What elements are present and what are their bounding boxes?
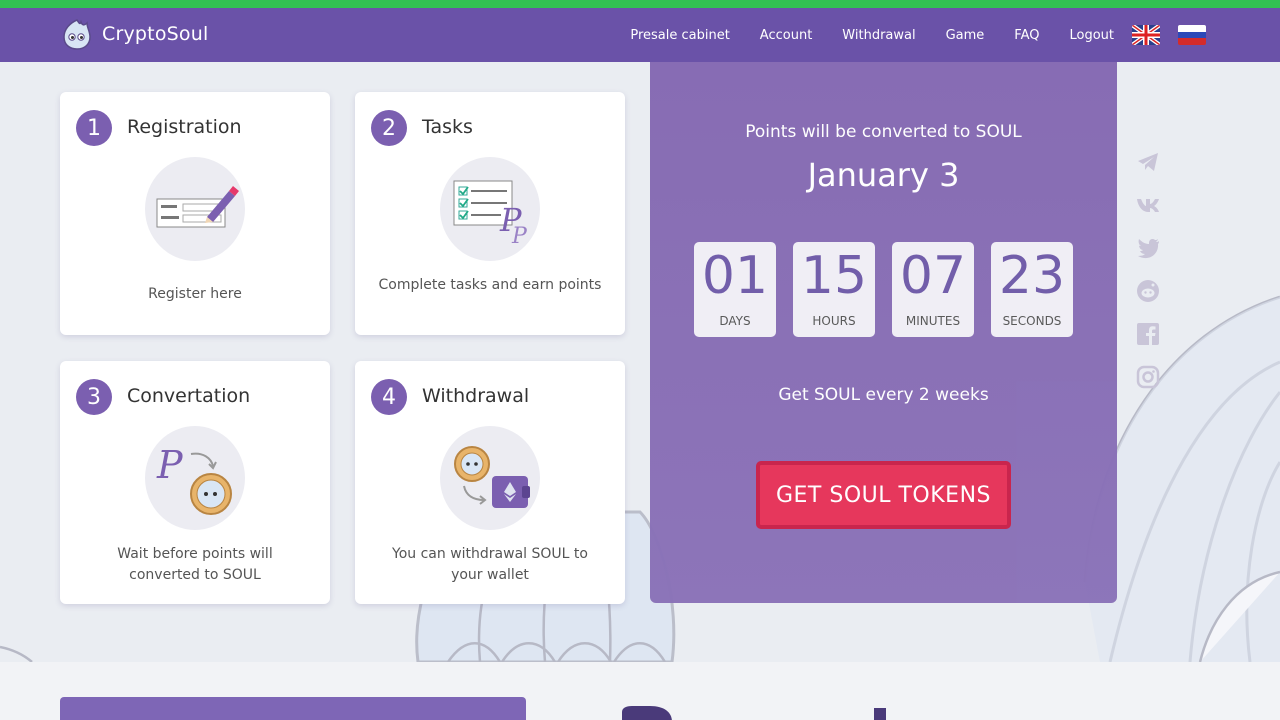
site-header: CryptoSoul Presale cabinet Account Withd… [0, 8, 1280, 62]
timer-minutes: 07 MINUTES [892, 242, 974, 337]
step-card-registration[interactable]: 1 Registration Register here [60, 92, 330, 335]
step-title: Convertation [127, 385, 251, 407]
reddit-icon[interactable] [1136, 279, 1160, 303]
instagram-icon[interactable] [1136, 365, 1160, 389]
timer-label: SECONDS [1002, 314, 1062, 328]
points-to-coin-icon: P [156, 443, 232, 515]
nav-faq[interactable]: FAQ [1014, 28, 1039, 43]
countdown-timer: 01 DAYS 15 HOURS 07 MINUTES 23 SECONDS [694, 242, 1073, 337]
withdrawal-illustration [440, 426, 540, 530]
nav-account[interactable]: Account [760, 28, 813, 43]
timer-value: 07 [899, 246, 967, 306]
top-accent-line [0, 0, 1280, 8]
step-card-withdrawal[interactable]: 4 Withdrawal You can withdrawal SOUL to … [355, 361, 625, 604]
svg-text:P: P [156, 443, 184, 487]
nav-withdrawal[interactable]: Withdrawal [842, 28, 915, 43]
telegram-icon[interactable] [1136, 150, 1160, 174]
get-soul-tokens-button[interactable]: GET SOUL TOKENS [756, 461, 1011, 529]
nav-game[interactable]: Game [946, 28, 985, 43]
ru-flag-icon[interactable] [1178, 25, 1206, 45]
step-description: Register here [148, 286, 242, 302]
convertation-illustration: P [145, 426, 245, 530]
promo-note: Get SOUL every 2 weeks [778, 385, 989, 405]
conversion-date: January 3 [807, 156, 960, 194]
step-number: 4 [371, 379, 407, 415]
brand-name: CryptoSoul [102, 23, 209, 45]
timer-seconds: 23 SECONDS [991, 242, 1073, 337]
step-card-convertation[interactable]: 3 Convertation P Wait before points will… [60, 361, 330, 604]
soul-logo-icon [63, 19, 91, 50]
step-card-tasks[interactable]: 2 Tasks P P Complete tasks and earn poin… [355, 92, 625, 335]
facebook-icon[interactable] [1136, 322, 1160, 346]
timer-value: 23 [998, 246, 1066, 306]
timer-value: 01 [701, 246, 769, 306]
step-number: 2 [371, 110, 407, 146]
step-title: Withdrawal [422, 385, 530, 407]
uk-flag-icon[interactable] [1132, 25, 1160, 45]
brand-logo[interactable]: CryptoSoul [60, 17, 208, 51]
promo-subtitle: Points will be converted to SOUL [745, 122, 1022, 142]
step-description: You can withdrawal SOUL to your wallet [392, 546, 588, 583]
step-title: Tasks [422, 116, 473, 138]
timer-days: 01 DAYS [694, 242, 776, 337]
step-description: Complete tasks and earn points [378, 277, 602, 293]
registration-illustration [145, 157, 245, 261]
timer-label: DAYS [719, 314, 751, 328]
step-number: 1 [76, 110, 112, 146]
timer-value: 15 [800, 246, 868, 306]
step-description: Wait before points will converted to SOU… [117, 546, 273, 583]
timer-label: MINUTES [905, 314, 961, 328]
lower-section-card [60, 697, 526, 720]
conversion-promo-panel: Points will be converted to SOUL January… [650, 62, 1117, 603]
svg-text:P: P [511, 224, 528, 249]
step-title: Registration [127, 116, 242, 138]
nav-presale-cabinet[interactable]: Presale cabinet [630, 28, 729, 43]
timer-label: HOURS [812, 314, 856, 328]
vk-icon[interactable] [1136, 193, 1160, 217]
checklist-points-icon: P P [453, 180, 528, 249]
coin-to-wallet-icon [454, 446, 530, 508]
lower-section-heading-partial [622, 706, 886, 720]
tasks-illustration: P P [440, 157, 540, 261]
form-pencil-icon [156, 186, 239, 228]
main-nav: Presale cabinet Account Withdrawal Game … [600, 8, 1206, 62]
twitter-icon[interactable] [1136, 236, 1160, 260]
step-number: 3 [76, 379, 112, 415]
social-links [1136, 150, 1160, 408]
nav-logout[interactable]: Logout [1069, 28, 1114, 43]
timer-hours: 15 HOURS [793, 242, 875, 337]
